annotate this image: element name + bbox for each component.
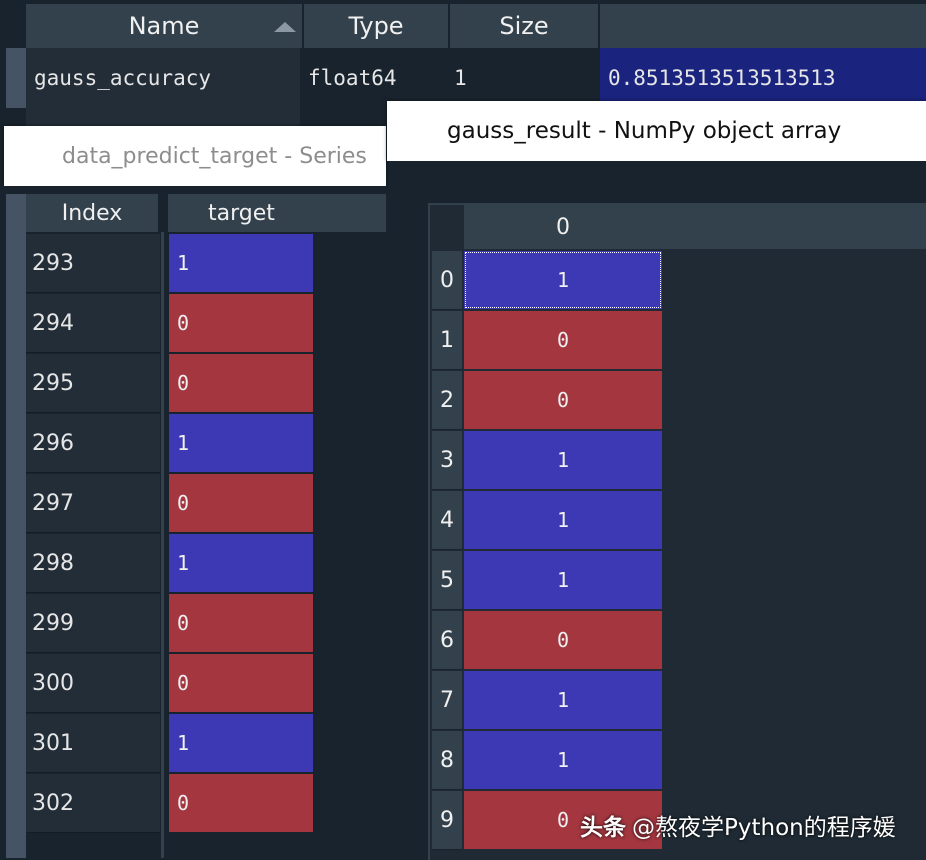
array-row-header[interactable]: 9: [432, 791, 462, 850]
array-value-cell[interactable]: 1: [464, 491, 662, 549]
array-row-header[interactable]: 8: [432, 731, 462, 790]
series-index-cell[interactable]: 296: [26, 414, 160, 473]
array-row-header[interactable]: 1: [432, 311, 462, 370]
sort-ascending-icon: [274, 22, 296, 32]
array-value-cell[interactable]: 1: [464, 551, 662, 609]
watermark: 头条 @熬夜学Python的程序媛: [580, 808, 896, 842]
array-row-header[interactable]: 4: [432, 491, 462, 550]
series-index-cell[interactable]: 298: [26, 534, 160, 593]
column-header-type[interactable]: Type: [304, 4, 448, 48]
column-divider: [161, 232, 164, 858]
array-value-cell[interactable]: 1: [464, 671, 662, 729]
variable-size: 1: [446, 48, 600, 108]
index-column-header[interactable]: Index: [26, 194, 158, 232]
column-header-name[interactable]: Name: [26, 4, 302, 48]
row-header-strip: [6, 194, 26, 858]
series-value-cell[interactable]: 0: [169, 354, 313, 412]
series-editor-title: data_predict_target - Series: [4, 126, 386, 186]
series-index-cell[interactable]: 299: [26, 594, 160, 653]
series-value-cell[interactable]: 1: [169, 534, 313, 592]
array-row-header[interactable]: 2: [432, 371, 462, 430]
watermark-brand: 头条: [580, 815, 626, 841]
array-value-cell[interactable]: 1: [464, 731, 662, 789]
column-header-size-label: Size: [499, 12, 549, 40]
array-row-header[interactable]: 3: [432, 431, 462, 490]
series-value-cell[interactable]: 0: [169, 594, 313, 652]
array-value-cell[interactable]: 0: [464, 611, 662, 669]
array-column-header-0[interactable]: 0: [464, 205, 926, 249]
series-index-cell[interactable]: 297: [26, 474, 160, 533]
array-row-header[interactable]: 0: [432, 251, 462, 310]
array-value-cell[interactable]: 1: [464, 431, 662, 489]
variable-value: 0.8513513513513513: [600, 48, 926, 108]
series-index-cell[interactable]: 301: [26, 714, 160, 773]
watermark-handle: @熬夜学Python的程序媛: [632, 815, 896, 841]
array-editor-title: gauss_result - NumPy object array: [387, 101, 926, 161]
series-index-cell[interactable]: 295: [26, 354, 160, 413]
series-value-cell[interactable]: 0: [169, 474, 313, 532]
array-row-header[interactable]: 7: [432, 671, 462, 730]
variable-explorer-header: Name Type Size: [0, 0, 926, 48]
array-value-cell[interactable]: 0: [464, 371, 662, 429]
series-value-cell[interactable]: 0: [169, 654, 313, 712]
series-index-cell[interactable]: 293: [26, 234, 160, 293]
series-value-cell[interactable]: 0: [169, 294, 313, 352]
column-header-size[interactable]: Size: [450, 4, 598, 48]
column-header-type-label: Type: [348, 12, 404, 40]
column-header-name-label: Name: [128, 12, 200, 40]
series-index-cell[interactable]: 302: [26, 774, 160, 833]
array-row-header[interactable]: 5: [432, 551, 462, 610]
series-value-cell[interactable]: 1: [169, 234, 313, 292]
variable-type: float64: [300, 48, 446, 108]
series-value-cell[interactable]: 0: [169, 774, 313, 832]
array-editor: 0 01102031415160718190: [388, 161, 926, 860]
target-column-header[interactable]: target: [168, 194, 386, 232]
variable-name: gauss_accuracy: [26, 48, 300, 108]
series-index-cell[interactable]: 300: [26, 654, 160, 713]
series-index-cell[interactable]: 294: [26, 294, 160, 353]
array-value-cell[interactable]: 0: [464, 311, 662, 369]
column-header-value[interactable]: [600, 4, 926, 48]
series-value-cell[interactable]: 1: [169, 714, 313, 772]
array-value-cell[interactable]: 1: [464, 251, 662, 309]
array-row-header[interactable]: 6: [432, 611, 462, 670]
series-value-cell[interactable]: 1: [169, 414, 313, 472]
variable-row-next: [26, 108, 300, 126]
series-editor: Index target 293 1 294 0 295 0 296 1 297 0 298 1 299…: [0, 186, 388, 858]
variable-row-handle[interactable]: [6, 48, 26, 108]
